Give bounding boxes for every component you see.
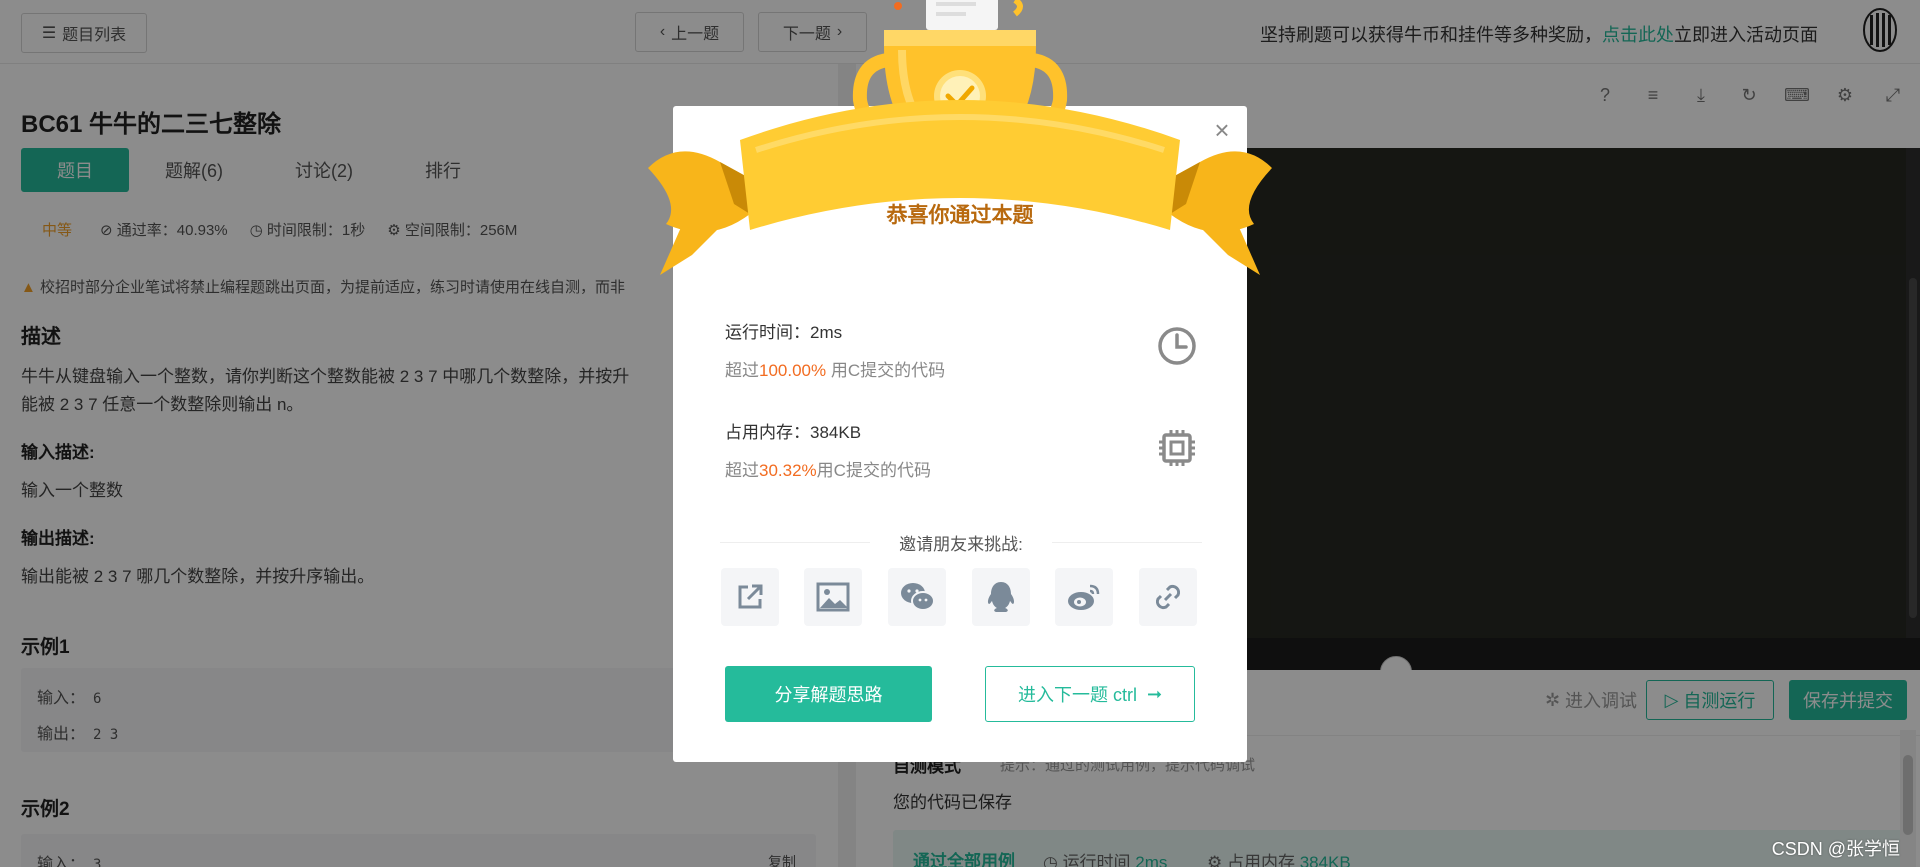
congrats-title: 恭喜你通过本题: [886, 204, 1034, 227]
chip-icon: [1159, 430, 1195, 466]
memory-stat: 占用内存：384KB: [725, 423, 862, 442]
memory-percent: 30.32%: [759, 461, 817, 480]
share-external-button[interactable]: [721, 568, 779, 626]
next-problem-label: 进入下一题 ctrl: [1017, 685, 1137, 705]
watermark: CSDN @张学恒: [1771, 839, 1900, 859]
trophy-ribbon-icon: [648, 0, 1272, 275]
runtime-stat: 运行时间：2ms: [725, 323, 843, 342]
close-icon[interactable]: ×: [1210, 117, 1234, 143]
share-weibo-button[interactable]: [1055, 568, 1113, 626]
share-qq-button[interactable]: [972, 568, 1030, 626]
arrow-right-icon: ➞: [1146, 683, 1163, 704]
qq-icon: [987, 582, 1015, 612]
wechat-icon: [901, 583, 935, 611]
invite-divider: 邀请朋友来挑战:: [720, 528, 1202, 556]
external-link-icon: [738, 584, 763, 609]
runtime-percent: 100.00%: [759, 361, 827, 380]
weibo-icon: [1068, 584, 1100, 610]
share-copy-link-button[interactable]: [1139, 568, 1197, 626]
invite-text: 邀请朋友来挑战:: [899, 535, 1023, 554]
next-problem-modal-button[interactable]: 进入下一题 ctrl ➞: [985, 666, 1195, 722]
link-icon: [1155, 584, 1181, 610]
runtime-compare-suffix: 用C提交的代码: [826, 361, 946, 380]
image-icon: [816, 582, 850, 612]
share-wechat-button[interactable]: [888, 568, 946, 626]
clock-icon: [1158, 327, 1196, 365]
memory-compare-suffix: 用C提交的代码: [816, 461, 931, 480]
memory-compare: 超过30.32%用C提交的代码: [725, 456, 931, 481]
share-solution-button[interactable]: 分享解题思路: [725, 666, 932, 722]
share-image-button[interactable]: [804, 568, 862, 626]
runtime-compare-prefix: 超过: [725, 361, 759, 380]
runtime-compare: 超过100.00% 用C提交的代码: [725, 356, 945, 381]
memory-compare-prefix: 超过: [725, 461, 759, 480]
